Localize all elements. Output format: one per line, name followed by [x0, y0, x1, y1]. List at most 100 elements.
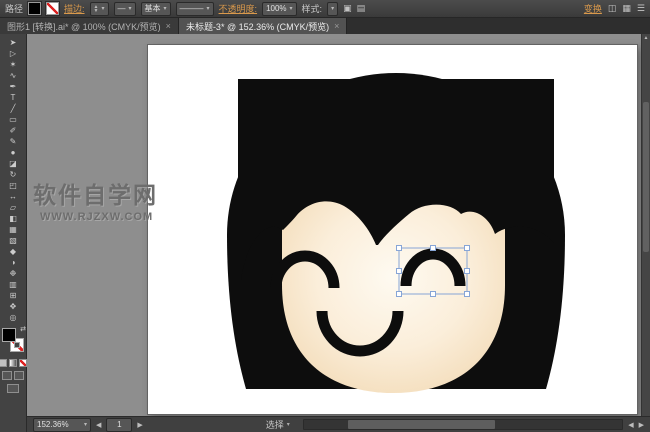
draw-behind-button[interactable] [14, 371, 24, 380]
eyedropper-tool[interactable]: ◆ [3, 246, 24, 257]
rotate-tool[interactable]: ↻ [3, 169, 24, 180]
close-icon[interactable]: × [334, 21, 339, 31]
drawing-mode-row [2, 371, 24, 380]
spinner-down-icon[interactable]: ▼ [94, 8, 99, 13]
document-tab-2-label: 未标题-3* @ 152.36% (CMYK/预览) [185, 21, 330, 32]
width-tool[interactable]: ↔ [3, 191, 24, 202]
chevron-down-icon[interactable]: ▾ [331, 6, 334, 12]
horizontal-scrollbar[interactable] [302, 419, 624, 430]
zoom-tool[interactable]: ◎ [3, 312, 24, 323]
opacity-link[interactable]: 不透明度: [219, 2, 258, 15]
fill-color-swatch[interactable] [28, 2, 42, 15]
shape-builder-tool[interactable]: ◧ [3, 213, 24, 224]
chevron-down-icon[interactable]: ▾ [129, 6, 132, 12]
artboard[interactable] [148, 45, 637, 414]
zoom-combo[interactable]: 152.36% ▾ [33, 417, 91, 432]
magic-wand-tool[interactable]: ✶ [3, 59, 24, 70]
canvas-area[interactable]: 软件自学网 WWW.RJZXW.COM ▲ [27, 34, 650, 416]
opacity-combo[interactable]: 100% ▾ [262, 1, 297, 16]
chevron-down-icon[interactable]: ▾ [164, 6, 167, 12]
color-button[interactable] [0, 359, 7, 367]
transform-link[interactable]: 变换 [584, 2, 602, 15]
artboard-number-box[interactable]: 1 [106, 417, 133, 432]
blend-tool[interactable]: ◑ [3, 257, 24, 268]
selection-tool[interactable]: ➤ [3, 37, 24, 48]
stroke-link[interactable]: 描边: [64, 2, 85, 15]
control-bar: 路径 描边: ▲ ▼ ▾ — ▾ 基本 ▾ ——— ▾ 不透明度: 100% ▾… [0, 0, 650, 18]
stroke-indicator-hole [14, 342, 20, 348]
next-artboard-icon[interactable]: ▶ [137, 421, 142, 429]
chevron-down-icon: ▾ [286, 422, 290, 428]
selection-handle[interactable] [396, 245, 402, 251]
scale-tool[interactable]: ◰ [3, 180, 24, 191]
free-transform-tool[interactable]: ▱ [3, 202, 24, 213]
document-tab-bar: 图形1 [转换].ai* @ 100% (CMYK/预览) × 未标题-3* @… [0, 18, 650, 35]
pen-tool[interactable]: ✒ [3, 81, 24, 92]
line-segment-tool[interactable]: ╱ [3, 103, 24, 114]
stroke-color-swatch[interactable] [46, 2, 60, 15]
selection-handle[interactable] [396, 291, 402, 297]
gradient-button[interactable] [9, 359, 17, 367]
fill-indicator[interactable] [2, 328, 16, 342]
scroll-right-icon[interactable]: ▶ [639, 421, 644, 429]
hand-tool[interactable]: ✥ [3, 301, 24, 312]
vertical-scroll-thumb[interactable] [643, 102, 649, 252]
swap-fill-stroke-icon[interactable]: ⇄ [20, 325, 26, 333]
object-type-label: 路径 [5, 4, 24, 14]
artboard-tool[interactable]: ⊞ [3, 290, 24, 301]
screen-mode-button[interactable] [7, 384, 19, 393]
watermark: 软件自学网 WWW.RJZXW.COM [33, 182, 158, 223]
stroke-style-combo[interactable]: ——— ▾ [175, 1, 214, 16]
draw-normal-button[interactable] [2, 371, 12, 380]
eraser-tool[interactable]: ◪ [3, 158, 24, 169]
chevron-down-icon[interactable]: ▾ [207, 6, 210, 12]
direct-selection-tool[interactable]: ▷ [3, 48, 24, 59]
close-icon[interactable]: × [166, 21, 171, 31]
column-graph-tool[interactable]: ▥ [3, 279, 24, 290]
width-profile-combo[interactable]: — ▾ [113, 1, 136, 16]
status-bar: 152.36% ▾ ◀ 1 ▶ 选择 ▾ ◀ ▶ [27, 416, 650, 432]
vertical-scrollbar[interactable]: ▲ [641, 34, 650, 416]
scroll-up-icon[interactable]: ▲ [644, 34, 649, 42]
stroke-weight-combo[interactable]: ▲ ▼ ▾ [89, 1, 109, 16]
selection-handle[interactable] [396, 268, 402, 274]
blob-brush-tool[interactable]: ● [3, 147, 24, 158]
chevron-down-icon[interactable]: ▾ [290, 6, 293, 12]
type-tool[interactable]: T [3, 92, 24, 103]
paintbrush-tool[interactable]: ✐ [3, 125, 24, 136]
document-tab-1[interactable]: 图形1 [转换].ai* @ 100% (CMYK/预览) × [0, 18, 179, 34]
none-button[interactable] [19, 359, 27, 367]
chevron-down-icon[interactable]: ▾ [84, 422, 87, 428]
selection-handle[interactable] [464, 291, 470, 297]
document-setup-icon[interactable]: ▣ [343, 3, 352, 14]
selection-handle[interactable] [464, 245, 470, 251]
preferences-icon[interactable]: ▤ [357, 3, 366, 14]
align-panel-icon[interactable]: ◫ [608, 3, 617, 14]
opacity-value: 100% [266, 4, 287, 13]
horizontal-scroll-thumb[interactable] [348, 420, 495, 429]
selection-handle[interactable] [430, 291, 436, 297]
style-combo[interactable]: ▾ [327, 1, 339, 16]
scroll-left-icon[interactable]: ◀ [628, 421, 633, 429]
symbol-sprayer-tool[interactable]: ❉ [3, 268, 24, 279]
gradient-tool[interactable]: ▧ [3, 235, 24, 246]
pencil-tool[interactable]: ✎ [3, 136, 24, 147]
chevron-down-icon[interactable]: ▾ [101, 6, 104, 12]
rectangle-tool[interactable]: ▭ [3, 114, 24, 125]
status-indicator[interactable]: 选择 ▾ [266, 418, 290, 431]
pathfinder-panel-icon[interactable]: ▦ [622, 3, 631, 14]
watermark-title: 软件自学网 [33, 182, 158, 208]
selection-handle[interactable] [430, 245, 436, 251]
panel-menu-icon[interactable]: ☰ [637, 3, 645, 14]
selection-handle[interactable] [464, 268, 470, 274]
document-tab-2[interactable]: 未标题-3* @ 152.36% (CMYK/预览) × [178, 18, 348, 34]
brush-definition-value: 基本 [144, 4, 161, 13]
prev-artboard-icon[interactable]: ◀ [96, 421, 101, 429]
brush-definition-combo[interactable]: 基本 ▾ [140, 1, 171, 16]
zoom-value: 152.36% [37, 420, 69, 429]
fill-stroke-widget: ⇄ [1, 325, 26, 355]
lasso-tool[interactable]: ∿ [3, 70, 24, 81]
mesh-tool[interactable]: ▦ [3, 224, 24, 235]
style-label: 样式: [301, 4, 323, 14]
stroke-weight-spinner[interactable]: ▲ ▼ [94, 4, 99, 13]
